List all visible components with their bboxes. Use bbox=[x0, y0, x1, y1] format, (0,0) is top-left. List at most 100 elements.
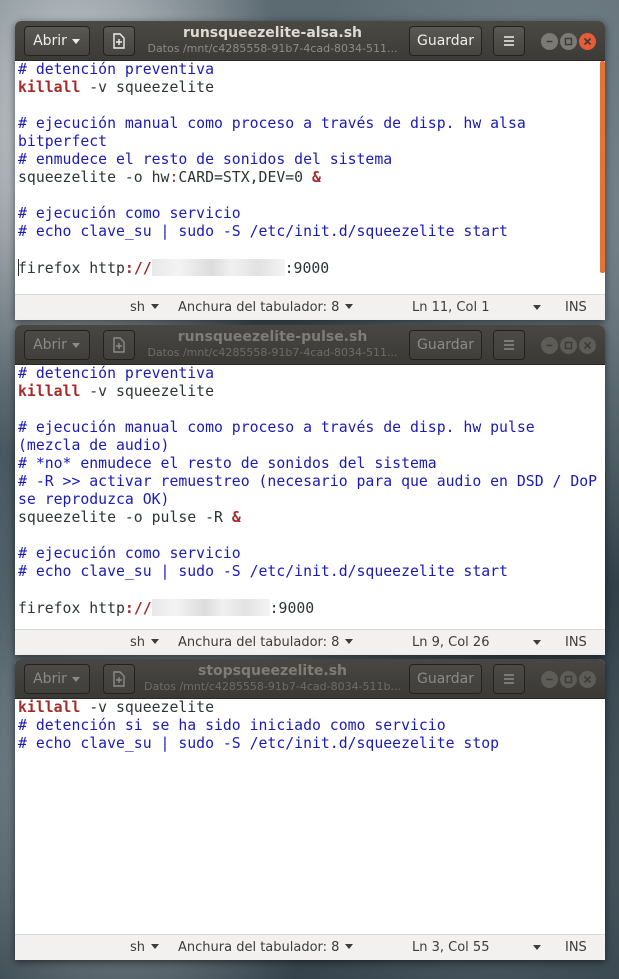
document-path: Datos /mnt/c4285558-91b7-4cad-8034-511b.… bbox=[143, 680, 402, 693]
gedit-window-pulse: Abrir runsqueezelite-pulse.sh Datos /mnt… bbox=[15, 325, 605, 655]
chevron-down-icon bbox=[345, 639, 354, 644]
status-bar: sh Anchura del tabulador: 8 Ln 9, Col 26… bbox=[15, 629, 605, 655]
language-selector[interactable]: sh bbox=[130, 940, 160, 955]
save-button[interactable]: Guardar bbox=[409, 26, 482, 56]
code-line: # echo clave_su | sudo -S /etc/init.d/sq… bbox=[18, 223, 508, 240]
text-editor[interactable]: # detención preventiva killall -v squeez… bbox=[15, 365, 605, 628]
insert-mode: INS bbox=[565, 300, 587, 315]
status-bar: sh Anchura del tabulador: 8 Ln 11, Col 1… bbox=[15, 294, 605, 320]
code-line: firefox http://:9000 bbox=[18, 599, 315, 617]
chevron-down-icon bbox=[533, 305, 541, 310]
tab-width-selector[interactable]: Anchura del tabulador: 8 bbox=[178, 940, 354, 955]
chevron-down-icon bbox=[72, 39, 80, 44]
header-bar: Abrir stopsqueezelite.sh Datos /mnt/c428… bbox=[15, 659, 605, 699]
maximize-icon bbox=[564, 341, 573, 350]
code-line: # echo clave_su | sudo -S /etc/init.d/sq… bbox=[18, 735, 500, 752]
chevron-down-icon bbox=[72, 343, 80, 348]
document-title: runsqueezelite-pulse.sh bbox=[177, 329, 368, 345]
text-editor[interactable]: killall -v squeezelite # detención si se… bbox=[15, 699, 605, 933]
header-bar: Abrir runsqueezelite-alsa.sh Datos /mnt/… bbox=[15, 21, 605, 61]
chevron-down-icon bbox=[151, 944, 160, 949]
scrollbar[interactable] bbox=[600, 61, 605, 273]
cursor-position-dropdown[interactable] bbox=[527, 941, 541, 956]
new-document-icon bbox=[113, 33, 125, 49]
open-button-label: Abrir bbox=[33, 337, 67, 353]
code-line: # ejecución manual como proceso a través… bbox=[18, 115, 535, 150]
open-button[interactable]: Abrir bbox=[24, 26, 90, 56]
cursor-position-dropdown[interactable] bbox=[527, 301, 541, 316]
close-button[interactable] bbox=[579, 337, 596, 354]
window-title: runsqueezelite-alsa.sh Datos /mnt/c42855… bbox=[140, 24, 405, 56]
open-button-label: Abrir bbox=[33, 33, 67, 49]
hamburger-menu-icon bbox=[504, 340, 514, 350]
document-path: Datos /mnt/c4285558-91b7-4cad-8034-511..… bbox=[147, 346, 398, 359]
status-bar: sh Anchura del tabulador: 8 Ln 3, Col 55… bbox=[15, 934, 605, 960]
minimize-icon bbox=[546, 40, 553, 43]
code-line: firefox http://:9000 bbox=[18, 259, 330, 277]
chevron-down-icon bbox=[533, 640, 541, 645]
minimize-button[interactable] bbox=[541, 337, 558, 354]
save-button[interactable]: Guardar bbox=[409, 664, 482, 694]
close-icon bbox=[583, 37, 592, 46]
code-line: # detención preventiva bbox=[18, 61, 214, 78]
document-title: runsqueezelite-alsa.sh bbox=[182, 25, 363, 41]
maximize-button[interactable] bbox=[560, 337, 577, 354]
new-document-button[interactable] bbox=[103, 330, 135, 360]
minimize-button[interactable] bbox=[541, 33, 558, 50]
code-line: # ejecución manual como proceso a través… bbox=[18, 419, 544, 454]
redacted-address bbox=[151, 259, 285, 276]
maximize-button[interactable] bbox=[560, 33, 577, 50]
new-document-button[interactable] bbox=[103, 26, 135, 56]
hamburger-menu-icon bbox=[504, 36, 514, 46]
window-title: runsqueezelite-pulse.sh Datos /mnt/c4285… bbox=[140, 328, 405, 360]
open-button[interactable]: Abrir bbox=[24, 664, 90, 694]
document-path: Datos /mnt/c4285558-91b7-4cad-8034-511..… bbox=[147, 42, 398, 55]
hamburger-menu-button[interactable] bbox=[493, 664, 525, 694]
chevron-down-icon bbox=[533, 945, 541, 950]
cursor-position[interactable]: Ln 3, Col 55 bbox=[412, 940, 489, 955]
header-bar: Abrir runsqueezelite-pulse.sh Datos /mnt… bbox=[15, 325, 605, 365]
tab-width-selector[interactable]: Anchura del tabulador: 8 bbox=[178, 300, 354, 315]
new-document-icon bbox=[113, 671, 125, 687]
cursor-position[interactable]: Ln 9, Col 26 bbox=[412, 635, 489, 650]
close-button[interactable] bbox=[579, 671, 596, 688]
language-selector[interactable]: sh bbox=[130, 300, 160, 315]
hamburger-menu-button[interactable] bbox=[493, 330, 525, 360]
hamburger-menu-button[interactable] bbox=[493, 26, 525, 56]
redacted-address bbox=[151, 599, 270, 616]
save-button-label: Guardar bbox=[416, 671, 475, 687]
code-line: # detención si se ha sido iniciado como … bbox=[18, 717, 446, 734]
maximize-button[interactable] bbox=[560, 671, 577, 688]
code-line: killall -v squeezelite bbox=[18, 383, 214, 400]
code-line: # ejecución como servicio bbox=[18, 545, 241, 562]
open-button[interactable]: Abrir bbox=[24, 330, 90, 360]
code-line: # ejecución como servicio bbox=[18, 205, 241, 222]
code-line: # enmudece el resto de sonidos del siste… bbox=[18, 151, 393, 168]
code-line: killall -v squeezelite bbox=[18, 79, 214, 96]
language-selector[interactable]: sh bbox=[130, 635, 160, 650]
new-document-icon bbox=[113, 337, 125, 353]
cursor-position[interactable]: Ln 11, Col 1 bbox=[412, 300, 489, 315]
new-document-button[interactable] bbox=[103, 664, 135, 694]
text-editor[interactable]: # detención preventiva killall -v squeez… bbox=[15, 61, 605, 294]
document-title: stopsqueezelite.sh bbox=[197, 663, 348, 679]
window-title: stopsqueezelite.sh Datos /mnt/c4285558-9… bbox=[140, 662, 405, 694]
close-icon bbox=[583, 341, 592, 350]
insert-mode: INS bbox=[565, 940, 587, 955]
gedit-window-alsa: Abrir runsqueezelite-alsa.sh Datos /mnt/… bbox=[15, 21, 605, 320]
cursor-position-dropdown[interactable] bbox=[527, 636, 541, 651]
code-line: squeezelite -o pulse -R & bbox=[18, 509, 241, 526]
maximize-icon bbox=[564, 675, 573, 684]
close-button[interactable] bbox=[579, 33, 596, 50]
minimize-icon bbox=[546, 678, 553, 681]
chevron-down-icon bbox=[345, 944, 354, 949]
save-button[interactable]: Guardar bbox=[409, 330, 482, 360]
tab-width-selector[interactable]: Anchura del tabulador: 8 bbox=[178, 635, 354, 650]
save-button-label: Guardar bbox=[416, 33, 475, 49]
code-line: # -R >> activar remuestreo (necesario pa… bbox=[18, 473, 598, 508]
minimize-button[interactable] bbox=[541, 671, 558, 688]
